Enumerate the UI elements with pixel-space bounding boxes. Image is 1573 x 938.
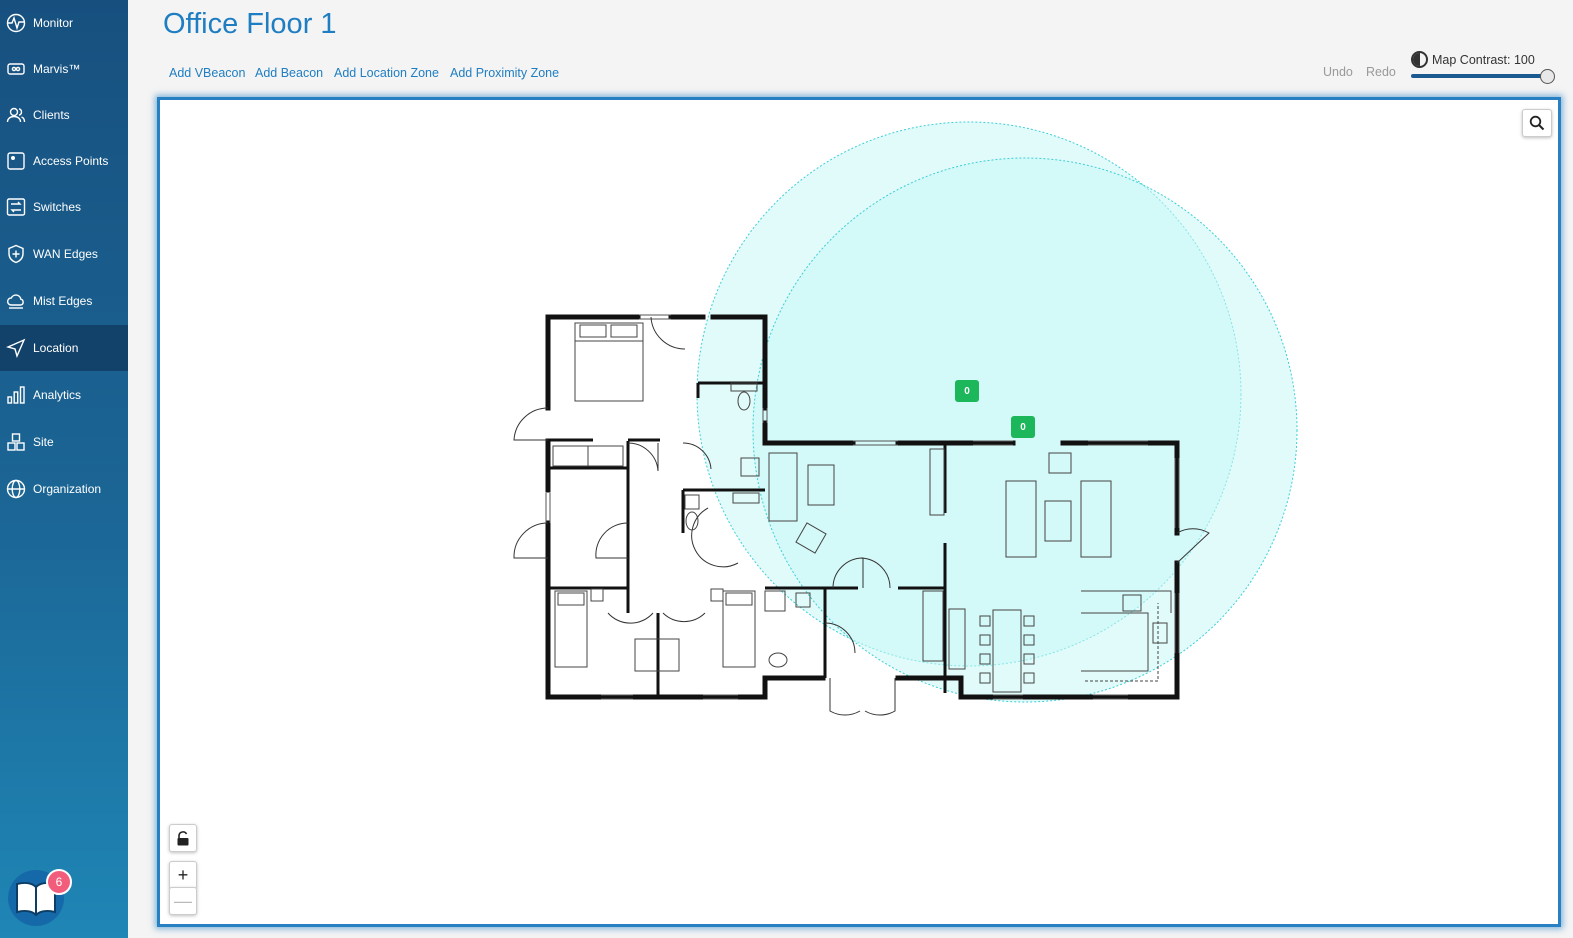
sidebar-item-label: WAN Edges	[33, 247, 98, 261]
sidebar-item-label: Mist Edges	[33, 294, 93, 308]
map-search-button[interactable]	[1522, 109, 1552, 137]
sidebar-item-label: Organization	[33, 482, 102, 496]
add-vbeacon-link[interactable]: Add VBeacon	[169, 66, 245, 80]
sidebar-item-label: Location	[33, 341, 79, 355]
sidebar-item-label: Clients	[33, 108, 70, 122]
pulse-icon	[6, 13, 26, 33]
add-beacon-link[interactable]: Add Beacon	[255, 66, 323, 80]
sidebar-item-label: Analytics	[33, 388, 82, 402]
contrast-slider-handle[interactable]	[1540, 69, 1555, 84]
add-proximity-zone-link[interactable]: Add Proximity Zone	[450, 66, 559, 80]
map-contrast-label: Map Contrast: 100	[1432, 52, 1535, 67]
sidebar-item-switches[interactable]: Switches	[0, 184, 128, 230]
contrast-slider-track[interactable]	[1411, 74, 1548, 78]
floorplan	[513, 121, 1298, 716]
users-icon	[6, 105, 26, 125]
add-location-zone-link[interactable]: Add Location Zone	[334, 66, 439, 80]
sidebar-item-analytics[interactable]: Analytics	[0, 372, 128, 418]
sidebar-item-label: Monitor	[33, 16, 74, 30]
switch-icon	[6, 197, 26, 217]
sidebar-item-clients[interactable]: Clients	[0, 92, 128, 138]
sidebar-item-wan-edges[interactable]: WAN Edges	[0, 231, 128, 277]
page-title: Office Floor 1	[163, 8, 337, 40]
contrast-icon	[1411, 51, 1428, 68]
marvis-icon	[6, 59, 26, 79]
globe-icon	[6, 479, 26, 499]
search-icon	[1529, 115, 1545, 131]
location-arrow-icon	[6, 338, 26, 358]
notification-badge: 6	[46, 869, 72, 895]
sidebar-item-mist-edges[interactable]: Mist Edges	[0, 278, 128, 324]
sidebar-item-label: Marvis™	[33, 62, 81, 76]
redo-button[interactable]: Redo	[1366, 65, 1396, 79]
shield-plus-icon	[6, 244, 26, 264]
sidebar-item-organization[interactable]: Organization	[0, 466, 128, 512]
access-point-icon	[6, 151, 26, 171]
sidebar-item-label: Access Points	[33, 154, 109, 168]
sidebar-item-site[interactable]: Site	[0, 419, 128, 465]
unlock-icon	[177, 830, 189, 845]
undo-button[interactable]: Undo	[1323, 65, 1353, 79]
bar-chart-icon	[6, 385, 26, 405]
zoom-in-button[interactable]: +	[169, 861, 197, 889]
sidebar-item-label: Switches	[33, 200, 82, 214]
map-lock-button[interactable]	[169, 824, 197, 852]
map-contrast: Map Contrast: 100	[1411, 51, 1535, 68]
sidebar: Monitor Marvis™ Clients Access Points Sw…	[0, 0, 128, 938]
beacon-marker[interactable]: 0	[955, 380, 979, 402]
sidebar-item-label: Site	[33, 435, 54, 449]
beacon-marker[interactable]: 0	[1011, 416, 1035, 438]
sidebar-item-marvis[interactable]: Marvis™	[0, 46, 128, 92]
sidebar-item-access-points[interactable]: Access Points	[0, 138, 128, 184]
sidebar-item-monitor[interactable]: Monitor	[0, 0, 128, 46]
floor-map[interactable]	[157, 97, 1561, 927]
zoom-out-button[interactable]: —	[169, 887, 197, 915]
cloud-icon	[6, 291, 26, 311]
sidebar-item-location[interactable]: Location	[0, 325, 128, 371]
site-icon	[6, 432, 26, 452]
